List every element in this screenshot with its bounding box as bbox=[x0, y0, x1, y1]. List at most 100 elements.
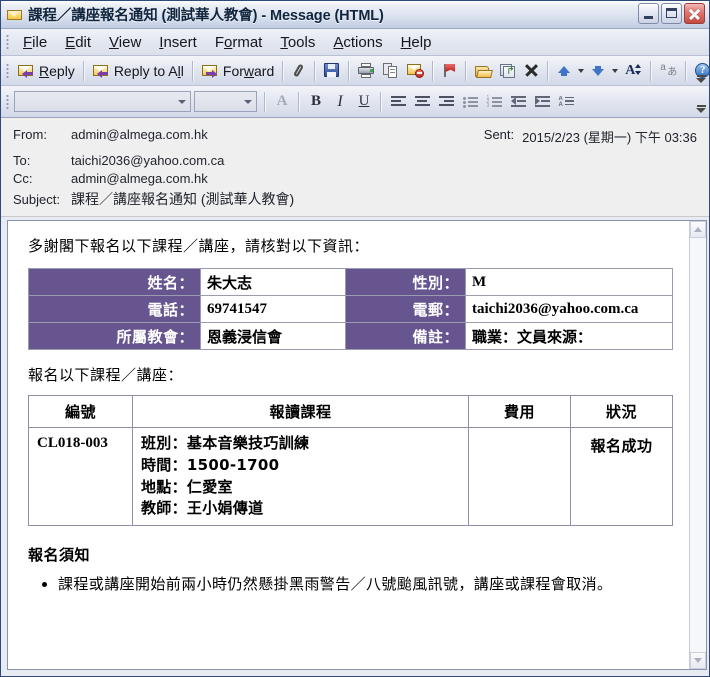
font-size-button[interactable]: A bbox=[621, 61, 646, 80]
chevron-down-icon bbox=[244, 99, 252, 104]
toolbar-separator bbox=[432, 60, 435, 81]
font-color-button[interactable]: A bbox=[270, 91, 294, 113]
menu-grip-handle[interactable] bbox=[4, 33, 11, 51]
save-button[interactable] bbox=[320, 61, 344, 80]
table-row: 姓名： 朱大志 性別： M bbox=[28, 268, 673, 296]
to-value[interactable]: taichi2036@yahoo.com.ca bbox=[71, 153, 224, 168]
attach-file-button[interactable] bbox=[288, 61, 310, 81]
sent-value: 2015/2/23 (星期一) 下午 03:36 bbox=[522, 130, 697, 145]
cc-value[interactable]: admin@almega.com.hk bbox=[71, 171, 208, 186]
copy-button[interactable] bbox=[379, 61, 403, 80]
reply-button[interactable]: Reply bbox=[14, 61, 79, 81]
numbering-button[interactable]: 1 2 3 bbox=[482, 91, 506, 113]
menu-file[interactable]: File bbox=[14, 32, 56, 53]
align-left-button[interactable] bbox=[386, 91, 410, 113]
bold-icon: B bbox=[310, 93, 321, 109]
scroll-up-button[interactable] bbox=[690, 221, 706, 238]
delete-message-button[interactable] bbox=[403, 61, 428, 80]
maximize-button[interactable] bbox=[661, 3, 682, 24]
formatting-toolbar-grip-handle[interactable] bbox=[4, 92, 11, 111]
delete-button[interactable] bbox=[520, 61, 543, 80]
list-item: 課程或講座開始前兩小時仍然懸掛黑雨警告／八號颱風訊號，講座或課程會取消。 bbox=[58, 573, 673, 596]
toolbar-separator bbox=[82, 60, 85, 81]
font-name-combo[interactable] bbox=[14, 91, 191, 112]
align-right-icon bbox=[438, 95, 454, 108]
sent-label: Sent: bbox=[483, 127, 515, 142]
sent-info: Sent: 2015/2/23 (星期一) 下午 03:36 bbox=[484, 127, 697, 146]
increase-indent-icon bbox=[534, 95, 550, 108]
registrant-info-table: 姓名： 朱大志 性別： M 電話： 69741547 電郵： taichi203… bbox=[28, 268, 673, 350]
menu-bar: File Edit View Insert Format Tools Actio… bbox=[1, 29, 709, 56]
align-center-icon bbox=[414, 95, 430, 108]
from-value[interactable]: admin@almega.com.hk bbox=[71, 127, 208, 142]
courses-table: 編號 報讀課程 費用 狀況 CL018-003 班別：基本音樂技巧訓練 時間：1… bbox=[28, 395, 673, 526]
menu-format[interactable]: Format bbox=[206, 32, 272, 53]
toolbar-overflow-button[interactable] bbox=[695, 59, 707, 83]
print-button[interactable] bbox=[354, 61, 379, 80]
menu-view[interactable]: View bbox=[100, 32, 150, 53]
bold-button[interactable]: B bbox=[304, 91, 328, 113]
move-to-folder-button[interactable]: ↱ bbox=[496, 61, 520, 80]
align-center-button[interactable] bbox=[410, 91, 434, 113]
name-value: 朱大志 bbox=[200, 268, 346, 296]
subject-row: Subject: 課程／講座報名通知 (測試華人教會) bbox=[13, 189, 697, 209]
follow-up-flag-button[interactable] bbox=[438, 61, 461, 80]
column-header-code: 編號 bbox=[28, 395, 133, 428]
align-left-icon bbox=[390, 95, 406, 108]
subject-label: Subject: bbox=[13, 192, 60, 207]
toolbar-separator bbox=[282, 60, 285, 81]
menu-tools[interactable]: Tools bbox=[271, 32, 324, 53]
email-value: taichi2036@yahoo.com.ca bbox=[465, 295, 673, 323]
table-row: CL018-003 班別：基本音樂技巧訓練 時間：1500-1700 地點：仁愛… bbox=[28, 427, 673, 526]
menu-help[interactable]: Help bbox=[392, 32, 441, 53]
underline-button[interactable]: U bbox=[352, 91, 376, 113]
open-folder-icon bbox=[475, 64, 494, 78]
church-label: 所屬教會： bbox=[28, 322, 201, 350]
decrease-indent-button[interactable] bbox=[506, 91, 530, 113]
forward-button[interactable]: Forward bbox=[198, 61, 278, 81]
minimize-button[interactable] bbox=[638, 3, 659, 24]
open-folder-button[interactable] bbox=[471, 62, 496, 80]
scroll-down-button[interactable] bbox=[690, 652, 706, 669]
body-scrollbar[interactable] bbox=[689, 221, 706, 669]
course-code: CL018-003 bbox=[28, 427, 133, 526]
line-spacing-button[interactable]: AA bbox=[554, 91, 578, 113]
print-icon bbox=[358, 63, 375, 78]
previous-item-button[interactable] bbox=[553, 62, 575, 80]
next-item-dropdown-caret[interactable] bbox=[612, 68, 619, 73]
church-value: 恩義浸信會 bbox=[200, 322, 346, 350]
cc-row: Cc: admin@almega.com.hk bbox=[13, 171, 697, 186]
chevron-down-icon bbox=[178, 99, 186, 104]
to-label: To: bbox=[13, 153, 31, 168]
save-icon bbox=[324, 63, 340, 78]
menu-edit[interactable]: Edit bbox=[56, 32, 100, 53]
standard-toolbar: Reply Reply to All Forward ↱ A a あ ? bbox=[1, 56, 710, 86]
course-fee bbox=[468, 427, 571, 526]
font-size-combo[interactable] bbox=[194, 91, 257, 112]
table-header-row: 編號 報讀課程 費用 狀況 bbox=[28, 395, 673, 428]
remarks-label: 備註： bbox=[345, 322, 466, 350]
from-label: From: bbox=[13, 127, 47, 142]
toolbar-grip-handle[interactable] bbox=[4, 61, 11, 80]
align-right-button[interactable] bbox=[434, 91, 458, 113]
reply-all-button[interactable]: Reply to All bbox=[89, 61, 188, 81]
menu-actions[interactable]: Actions bbox=[324, 32, 391, 53]
menu-insert[interactable]: Insert bbox=[150, 32, 206, 53]
translate-button[interactable]: aあ bbox=[656, 61, 681, 80]
notice-list: 課程或講座開始前兩小時仍然懸掛黑雨警告／八號颱風訊號，講座或課程會取消。 bbox=[28, 573, 673, 596]
formatting-toolbar-overflow-button[interactable] bbox=[695, 89, 707, 113]
to-row: To: taichi2036@yahoo.com.ca bbox=[13, 153, 697, 168]
reply-label: Reply bbox=[39, 62, 75, 79]
font-size-icon: A bbox=[625, 63, 642, 78]
reply-mail-icon bbox=[18, 63, 36, 79]
remarks-value: 職業：文員來源： bbox=[465, 322, 673, 350]
previous-item-dropdown-caret[interactable] bbox=[578, 68, 585, 73]
increase-indent-button[interactable] bbox=[530, 91, 554, 113]
cc-label: Cc: bbox=[13, 171, 33, 186]
next-item-button[interactable] bbox=[587, 62, 609, 80]
italic-button[interactable]: I bbox=[328, 91, 352, 113]
toolbar-separator bbox=[547, 60, 550, 81]
bullets-button[interactable] bbox=[458, 91, 482, 113]
move-to-folder-icon: ↱ bbox=[500, 63, 516, 78]
close-button[interactable] bbox=[684, 3, 705, 24]
